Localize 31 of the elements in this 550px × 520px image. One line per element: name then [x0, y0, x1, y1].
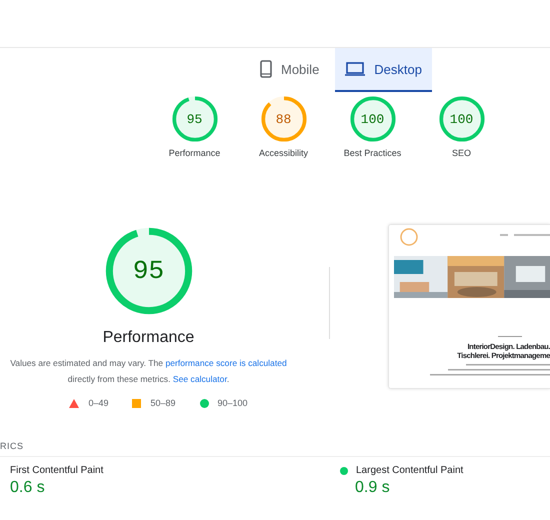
score-note: Values are estimated and may vary. The performance score is calculated directly from these metrics. See calculator. [9, 357, 288, 386]
triangle-icon [69, 398, 80, 408]
category-label: Accessibility [258, 148, 308, 158]
performance-title: Performance [102, 329, 194, 347]
category-label: Best Practices [344, 148, 402, 158]
metric-value: 0.6 s [10, 479, 46, 497]
score-value: 95 [186, 112, 202, 126]
logo-icon [400, 228, 418, 246]
device-tab[interactable]: Mobile [250, 48, 330, 92]
laptop-icon [345, 62, 366, 76]
phone-icon [260, 60, 272, 78]
score-value: 95 [132, 256, 164, 286]
category-label: Performance [168, 148, 220, 158]
device-tab[interactable]: Desktop [335, 48, 432, 92]
legend-range: 0–49 [88, 398, 108, 408]
score-value: 100 [360, 112, 384, 126]
metric-value: 0.9 s [355, 479, 391, 497]
nav-links-drawing [500, 234, 550, 237]
circle-icon [200, 398, 208, 408]
rule-drawing [498, 336, 522, 338]
score-value: 88 [276, 112, 292, 126]
metric-name: First Contentful Paint [10, 465, 104, 476]
section-heading: RICS [0, 441, 24, 451]
legend-range: 90–100 [218, 398, 248, 408]
category-label: SEO [452, 148, 471, 158]
metric-name: Largest Contentful Paint [356, 465, 464, 476]
link[interactable]: performance score is calculated [165, 358, 287, 368]
link[interactable]: See calculator [172, 374, 227, 384]
square-icon [132, 398, 142, 408]
score-value: 100 [450, 112, 474, 126]
legend-range: 50–89 [150, 398, 176, 408]
